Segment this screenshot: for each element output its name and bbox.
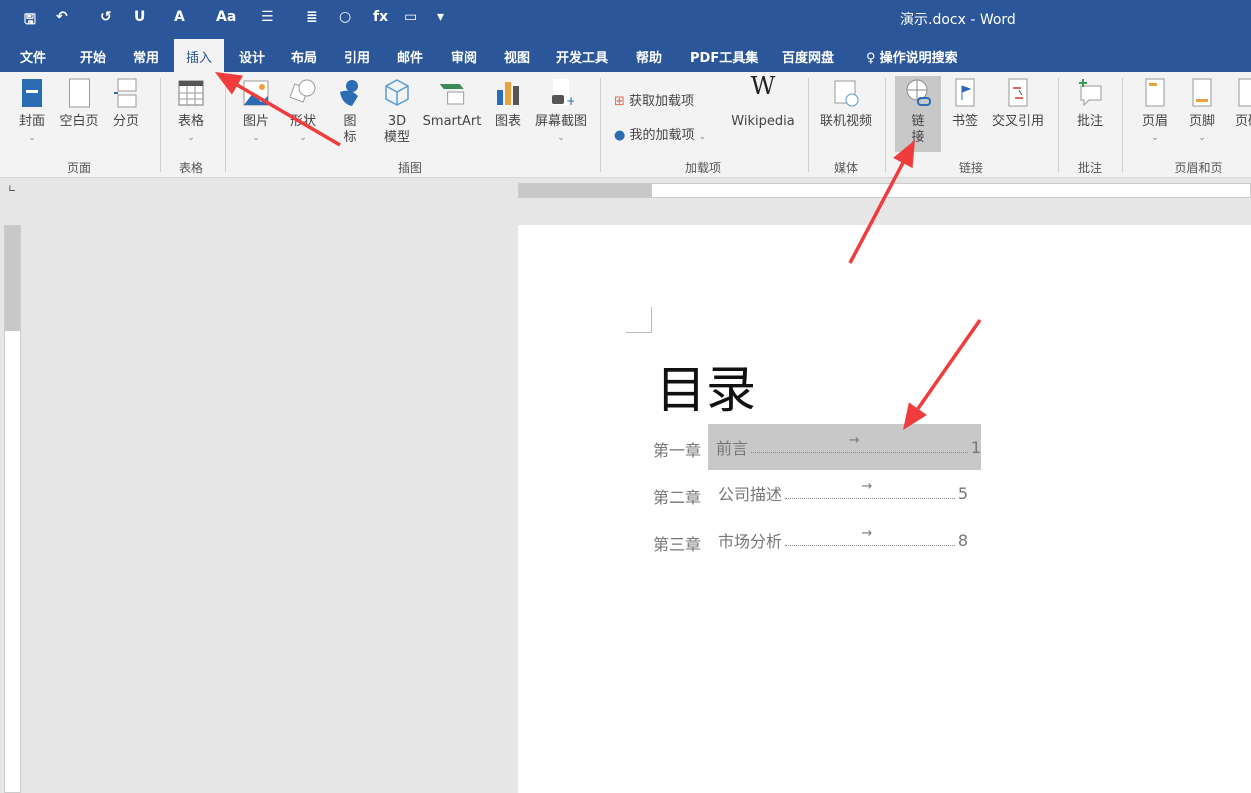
red-arrow-icon (903, 318, 982, 430)
red-arrow-icon (848, 140, 915, 264)
red-arrow-icon (215, 72, 341, 147)
annotation-arrows (215, 72, 982, 430)
